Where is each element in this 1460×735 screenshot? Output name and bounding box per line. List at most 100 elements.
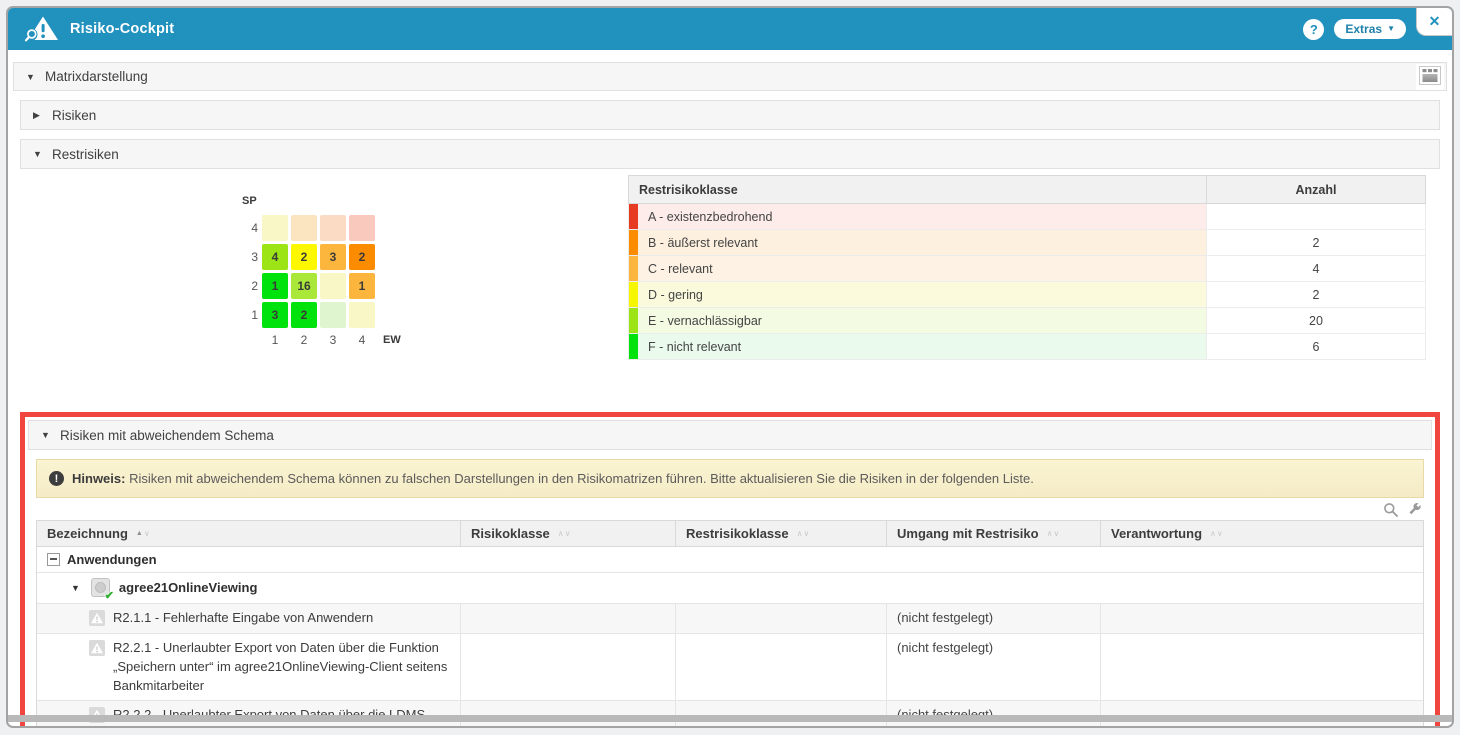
matrix-cell[interactable]: 1 (262, 273, 288, 299)
column-label: Risikoklasse (471, 526, 550, 541)
table-toolbar (38, 501, 1422, 518)
matrix-cell[interactable]: 2 (291, 302, 317, 328)
matrix-cell[interactable] (320, 302, 346, 328)
class-label: E - vernachlässigbar (638, 308, 1206, 333)
group-row-agree21onlineviewing[interactable]: ▼ ✔ agree21OnlineViewing (37, 573, 1423, 604)
caret-right-icon: ▶ (33, 110, 43, 121)
sort-icons: ∧∨ (797, 529, 810, 538)
column-header-bezeichnung[interactable]: Bezeichnung ▲∨ (37, 521, 461, 546)
column-header-umgang[interactable]: Umgang mit Restrisiko ∧∨ (887, 521, 1101, 546)
section-label: Risiken mit abweichendem Schema (60, 428, 274, 443)
section-header-restrisiken[interactable]: ▼ Restrisiken (20, 139, 1440, 169)
class-color-bar (629, 204, 638, 229)
bottom-scrollbar[interactable] (8, 715, 1452, 722)
info-icon: ! (49, 471, 64, 486)
class-count: 2 (1206, 282, 1425, 307)
matrix-cell[interactable] (291, 215, 317, 241)
matrix-cell[interactable]: 1 (349, 273, 375, 299)
schema-table-header: Bezeichnung ▲∨ Risikoklasse ∧∨ Restrisik… (37, 521, 1423, 547)
risiko-cockpit-logo-icon (24, 15, 60, 43)
sort-icons: ▲∨ (136, 529, 150, 538)
verantwortung-cell (1101, 634, 1423, 701)
column-header-restrisikoklasse: Restrisikoklasse (629, 176, 1206, 203)
collapse-minus-icon[interactable] (47, 553, 60, 566)
app-window: Risiko-Cockpit ? Extras▼ ✕ ▼ Matrixdarst… (6, 6, 1454, 728)
matrix-col-label: 1 (262, 333, 288, 347)
extras-label: Extras (1345, 22, 1382, 36)
chevron-down-icon: ▼ (1387, 25, 1395, 33)
caret-down-icon: ▼ (41, 430, 51, 440)
restrisiko-class-row[interactable]: B - äußerst relevant2 (628, 230, 1426, 256)
column-label: Restrisikoklasse (686, 526, 789, 541)
class-count: 20 (1206, 308, 1425, 333)
sort-icons: ∧∨ (1047, 529, 1060, 538)
restrisiko-class-row[interactable]: A - existenzbedrohend (628, 204, 1426, 230)
restrisiko-table-header: Restrisikoklasse Anzahl (628, 175, 1426, 204)
class-count (1206, 204, 1425, 229)
restrisiko-class-row[interactable]: C - relevant4 (628, 256, 1426, 282)
caret-down-icon[interactable]: ▼ (71, 583, 80, 593)
restrisiko-class-row[interactable]: D - gering2 (628, 282, 1426, 308)
close-button[interactable]: ✕ (1416, 8, 1452, 36)
column-header-restrisikoklasse[interactable]: Restrisikoklasse ∧∨ (676, 521, 887, 546)
risk-warning-icon (89, 610, 105, 626)
section-header-matrixdarstellung[interactable]: ▼ Matrixdarstellung (13, 62, 1447, 91)
column-label: Umgang mit Restrisiko (897, 526, 1039, 541)
risk-row[interactable]: R2.1.1 - Fehlerhafte Eingabe von Anwende… (37, 604, 1423, 634)
extras-button[interactable]: Extras ▼ (1334, 19, 1406, 39)
restrisikoklasse-cell (676, 634, 887, 701)
risk-name-cell: R2.1.1 - Fehlerhafte Eingabe von Anwende… (37, 604, 461, 633)
group-row-anwendungen[interactable]: Anwendungen (37, 547, 1423, 573)
matrix-x-axis-label: EW (383, 334, 401, 346)
column-header-risikoklasse[interactable]: Risikoklasse ∧∨ (461, 521, 676, 546)
matrix-cell[interactable]: 3 (320, 244, 346, 270)
search-icon[interactable] (1383, 502, 1399, 518)
section-label: Risiken (52, 108, 96, 123)
risk-name-cell: R2.2.1 - Unerlaubter Export von Daten üb… (37, 634, 461, 701)
section-label: Matrixdarstellung (45, 69, 148, 84)
risk-matrix: SP 43423221161132 1234EW (240, 195, 401, 347)
class-label: D - gering (638, 282, 1206, 307)
matrix-cell[interactable]: 16 (291, 273, 317, 299)
matrix-row-label: 2 (240, 279, 258, 293)
matrix-cell[interactable]: 2 (349, 244, 375, 270)
column-header-verantwortung[interactable]: Verantwortung ∧∨ (1101, 521, 1423, 546)
risikoklasse-cell (461, 604, 676, 633)
class-count: 4 (1206, 256, 1425, 281)
restrisiko-table: Restrisikoklasse Anzahl A - existenzbedr… (628, 175, 1426, 360)
section-header-schema[interactable]: ▼ Risiken mit abweichendem Schema (28, 420, 1432, 450)
restrisiko-class-row[interactable]: F - nicht relevant6 (628, 334, 1426, 360)
section-header-risiken[interactable]: ▶ Risiken (20, 100, 1440, 130)
restrisiko-class-row[interactable]: E - vernachlässigbar20 (628, 308, 1426, 334)
class-label: C - relevant (638, 256, 1206, 281)
close-icon: ✕ (1429, 13, 1441, 30)
matrix-cell[interactable]: 3 (262, 302, 288, 328)
matrix-cell[interactable] (320, 273, 346, 299)
matrix-cell[interactable] (262, 215, 288, 241)
application-icon: ✔ (91, 578, 110, 597)
caret-down-icon: ▼ (33, 149, 43, 159)
matrix-cell[interactable] (320, 215, 346, 241)
class-color-bar (629, 282, 638, 307)
class-color-bar (629, 230, 638, 255)
risk-row[interactable]: R2.2.1 - Unerlaubter Export von Daten üb… (37, 634, 1423, 702)
matrix-cell[interactable]: 2 (291, 244, 317, 270)
help-button[interactable]: ? (1303, 19, 1324, 40)
risk-matrix-rows: 43423221161132 (240, 215, 401, 328)
restrisikoklasse-cell (676, 604, 887, 633)
matrix-cell[interactable] (349, 302, 375, 328)
schema-section-highlight: ▼ Risiken mit abweichendem Schema ! Hinw… (20, 412, 1440, 728)
matrix-view-button[interactable] (1416, 64, 1444, 90)
matrix-row-label: 3 (240, 250, 258, 264)
matrix-row-label: 4 (240, 221, 258, 235)
sort-icons: ∧∨ (558, 529, 571, 538)
matrix-cell[interactable] (349, 215, 375, 241)
class-label: B - äußerst relevant (638, 230, 1206, 255)
matrix-row: 21161 (240, 273, 401, 299)
section-label: Restrisiken (52, 147, 119, 162)
wrench-icon[interactable] (1407, 502, 1422, 517)
matrix-cell[interactable]: 4 (262, 244, 288, 270)
titlebar: Risiko-Cockpit ? Extras▼ (8, 8, 1452, 50)
matrix-row: 132 (240, 302, 401, 328)
matrix-y-axis-label: SP (242, 195, 401, 207)
